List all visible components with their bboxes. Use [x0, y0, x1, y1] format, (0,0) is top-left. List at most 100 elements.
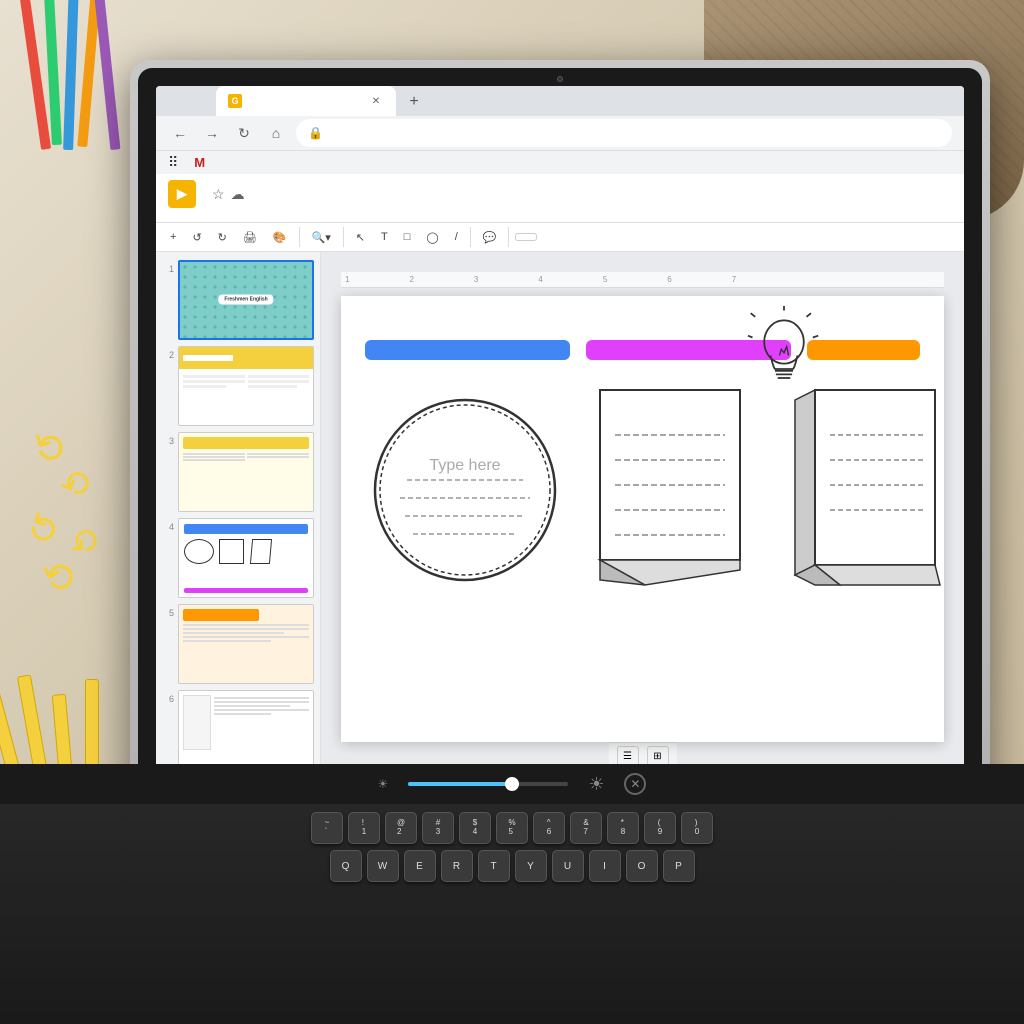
key-6[interactable]: ^6	[533, 812, 565, 844]
notebook-2	[785, 380, 944, 600]
star-icon[interactable]: ☆	[212, 186, 225, 203]
key-5[interactable]: %5	[496, 812, 528, 844]
slide-thumbnail-2[interactable]: 2	[162, 346, 314, 426]
toolbar-print-btn[interactable]: 🖨	[237, 228, 263, 247]
slide-thumbnail-5[interactable]: 5	[162, 604, 314, 684]
slide-2-preview	[178, 346, 314, 426]
key-4[interactable]: $4	[459, 812, 491, 844]
menu-format[interactable]	[232, 212, 244, 216]
slide-num-2: 2	[162, 346, 174, 360]
toolbar-image-btn[interactable]: □	[398, 228, 417, 246]
refresh-button[interactable]: ↻	[232, 121, 256, 145]
menu-slide[interactable]	[248, 212, 260, 216]
slides-title-icons: ☆ ☁	[212, 186, 245, 203]
slide-canvas[interactable]: Type here	[341, 296, 944, 742]
brightness-max-icon[interactable]: ☀	[588, 774, 604, 795]
writing-area: Type here	[365, 380, 920, 600]
slide-thumbnail-6[interactable]: 6	[162, 690, 314, 770]
notebook-1	[585, 380, 765, 600]
address-field[interactable]: 🔒	[296, 119, 952, 147]
menu-edit[interactable]	[184, 212, 196, 216]
menu-help[interactable]	[312, 212, 324, 216]
background-button[interactable]	[515, 233, 537, 241]
slide-num-4: 4	[162, 518, 174, 532]
slide-thumbnail-4[interactable]: 4	[162, 518, 314, 598]
slide-thumbnail-3[interactable]: 3	[162, 432, 314, 512]
forward-button[interactable]: →	[200, 121, 224, 145]
key-1[interactable]: !1	[348, 812, 380, 844]
key-w[interactable]: W	[367, 850, 399, 882]
apps-bookmark[interactable]: ⠿	[168, 154, 182, 171]
question-box-3[interactable]	[807, 340, 920, 360]
back-button[interactable]: ←	[168, 121, 192, 145]
active-tab[interactable]: G ✕	[216, 86, 396, 116]
power-btn[interactable]: ✕	[624, 773, 646, 795]
tab-close-button[interactable]: ✕	[368, 93, 384, 109]
home-button[interactable]: ⌂	[264, 121, 288, 145]
menu-addons[interactable]	[296, 212, 308, 216]
toolbar-add-btn[interactable]: +	[164, 228, 182, 246]
key-r[interactable]: R	[441, 850, 473, 882]
toolbar-zoom-btn[interactable]: 🔍▾	[306, 228, 337, 247]
transition-button[interactable]	[589, 234, 609, 240]
menu-view[interactable]	[200, 212, 212, 216]
key-7[interactable]: &7	[570, 812, 602, 844]
slide-1-preview: Freshmen English	[178, 260, 314, 340]
key-3[interactable]: #3	[422, 812, 454, 844]
key-u[interactable]: U	[552, 850, 584, 882]
camera	[557, 76, 563, 82]
toolbar-paint-btn[interactable]: 🎨	[267, 228, 293, 247]
brightness-min-icon[interactable]: ☀	[378, 777, 389, 791]
toolbar-line-btn[interactable]: /	[449, 228, 464, 246]
key-i[interactable]: I	[589, 850, 621, 882]
menu-insert[interactable]	[216, 212, 228, 216]
question-box-1[interactable]	[365, 340, 570, 360]
slide-num-1: 1	[162, 260, 174, 274]
slides-workspace: 1 Freshmen English 2	[156, 252, 964, 790]
toolbar-cursor-btn[interactable]: ↖	[350, 228, 371, 247]
menu-file[interactable]	[168, 212, 180, 216]
tab-favicon: G	[228, 94, 242, 108]
screen-bezel: G ✕ + ← → ↻ ⌂ 🔒	[138, 68, 982, 820]
slide-num-5: 5	[162, 604, 174, 618]
slides-header: ▶ ☆ ☁	[156, 174, 964, 223]
key-tilde[interactable]: ~`	[311, 812, 343, 844]
key-0[interactable]: )0	[681, 812, 713, 844]
slide-num-6: 6	[162, 690, 174, 704]
toolbar-comment-btn[interactable]: 💬	[477, 228, 503, 247]
key-2[interactable]: @2	[385, 812, 417, 844]
slide-panel: 1 Freshmen English 2	[156, 252, 321, 790]
new-tab-button[interactable]: +	[400, 88, 428, 116]
slide-5-preview	[178, 604, 314, 684]
laptop-screen: G ✕ + ← → ↻ ⌂ 🔒	[156, 86, 964, 790]
menu-arrange[interactable]	[264, 212, 276, 216]
key-e[interactable]: E	[404, 850, 436, 882]
address-bar-row: ← → ↻ ⌂ 🔒	[156, 116, 964, 150]
toolbar-separator-3	[470, 227, 471, 247]
key-q[interactable]: Q	[330, 850, 362, 882]
key-row-numbers: ~` !1 @2 #3 $4 %5 ^6 &7 *8 (9 )0	[20, 812, 1004, 844]
toolbar-textbox-btn[interactable]: T	[375, 228, 394, 246]
horizontal-ruler: 1 2 3 4 5 6 7	[341, 272, 944, 288]
toolbar-shapes-btn[interactable]: ◯	[420, 228, 444, 247]
key-9[interactable]: (9	[644, 812, 676, 844]
slide-4-preview	[178, 518, 314, 598]
theme-button[interactable]	[565, 234, 585, 240]
laptop-body: G ✕ + ← → ↻ ⌂ 🔒	[130, 60, 990, 840]
brightness-slider[interactable]	[408, 782, 568, 786]
keyboard-keys: ~` !1 @2 #3 $4 %5 ^6 &7 *8 (9 )0 Q W E R…	[0, 804, 1024, 890]
key-p[interactable]: P	[663, 850, 695, 882]
key-o[interactable]: O	[626, 850, 658, 882]
slide-3-preview	[178, 432, 314, 512]
key-t[interactable]: T	[478, 850, 510, 882]
key-8[interactable]: *8	[607, 812, 639, 844]
browser-chrome: G ✕ + ← → ↻ ⌂ 🔒	[156, 86, 964, 174]
key-y[interactable]: Y	[515, 850, 547, 882]
slide-thumbnail-1[interactable]: 1 Freshmen English	[162, 260, 314, 340]
toolbar-redo-btn[interactable]: ↻	[212, 228, 233, 247]
layout-button[interactable]	[541, 234, 561, 240]
gmail-bookmark[interactable]: M	[194, 155, 209, 170]
toolbar-undo-btn[interactable]: ↺	[186, 228, 207, 247]
menu-tools[interactable]	[280, 212, 292, 216]
keyboard-section: ☀ ☀ ✕ ~` !1 @2 #3 $4 %5 ^6 &7 *8 (9 )0 Q…	[0, 764, 1024, 1024]
